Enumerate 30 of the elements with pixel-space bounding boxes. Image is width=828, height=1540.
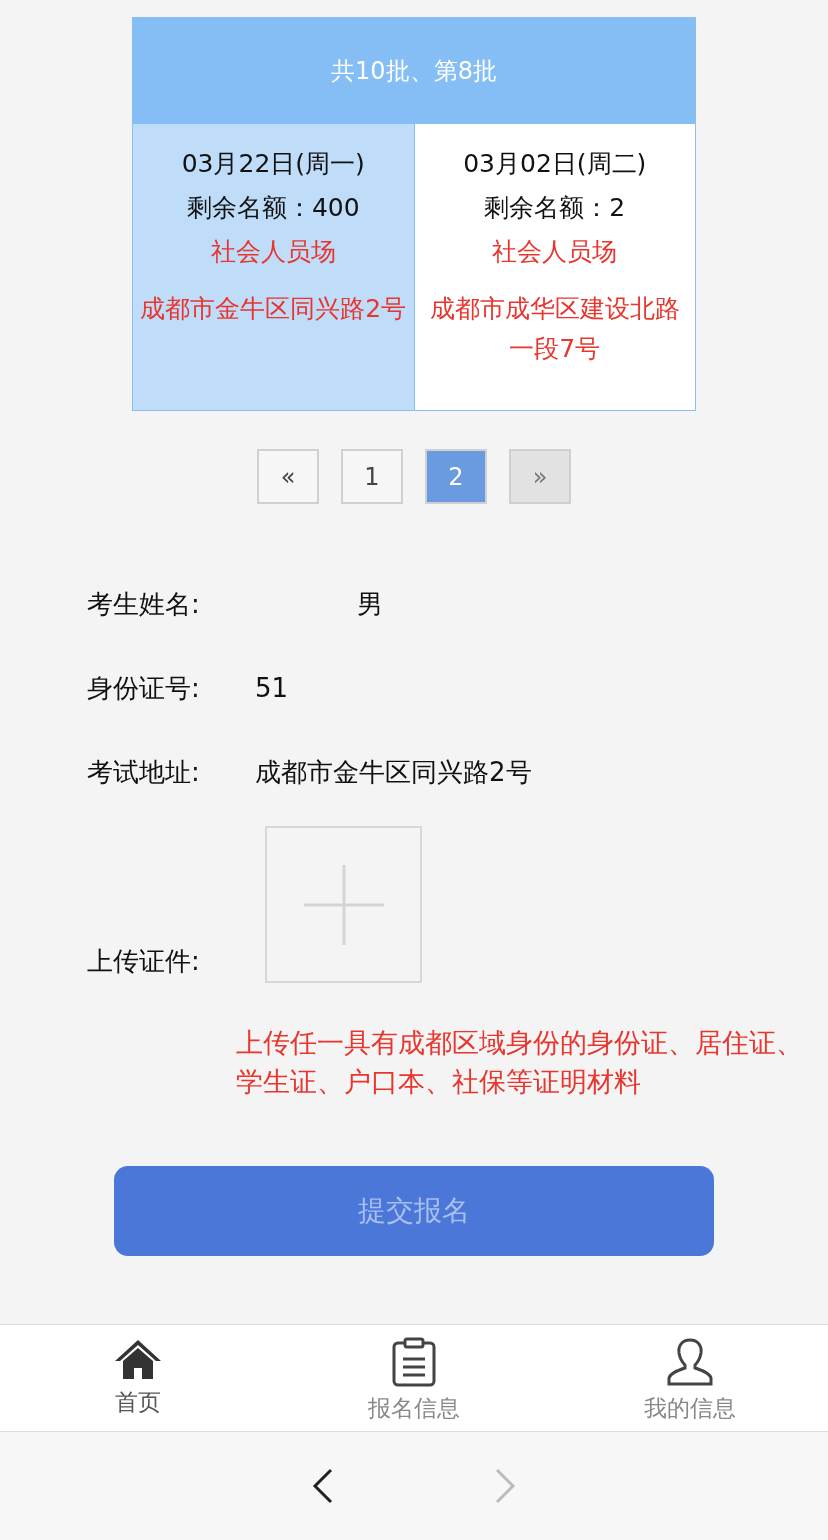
clipboard-icon [390,1337,438,1387]
prev-page-button[interactable]: « [257,449,319,504]
session-type: 社会人员场 [210,236,336,268]
upload-label: 上传证件: [87,945,201,978]
tab-item[interactable]: 我的信息 [552,1325,828,1431]
address-value: 成都市金牛区同兴路2号 [255,755,532,789]
plus-icon [302,863,385,946]
session-date: 03月02日(周二) [463,148,647,180]
tab-item[interactable]: 首页 [0,1325,276,1431]
session-quota: 剩余名额：400 [186,192,360,224]
session-date: 03月22日(周一) [181,148,365,180]
session-cell[interactable]: 03月02日(周二) 剩余名额：2 社会人员场 成都市成华区建设北路一段7号 [413,124,695,410]
address-label: 考试地址: [87,755,201,789]
session-address: 成都市金牛区同兴路2号 [140,293,407,325]
session-quota: 剩余名额：2 [484,192,626,224]
upload-button[interactable] [265,826,422,983]
session-type: 社会人员场 [492,236,618,268]
page-button[interactable]: 1 [341,449,403,504]
tab-item[interactable]: 报名信息 [276,1325,552,1431]
id-value: 51 [255,673,289,703]
user-icon [665,1337,715,1387]
name-label: 考生姓名: [87,587,201,621]
session-address: 成都市成华区建设北路一段7号 [428,293,681,365]
home-icon [113,1337,163,1381]
id-label: 身份证号: [87,671,201,705]
back-button[interactable] [312,1468,334,1504]
gender-value: 男 [357,587,383,621]
table-header: 共10批、第8批 [133,18,695,124]
session-cell[interactable]: 03月22日(周一) 剩余名额：400 社会人员场 成都市金牛区同兴路2号 [133,124,414,410]
upload-hint: 上传任一具有成都区域身份的身份证、居住证、学生证、户口本、社保等证明材料 [236,1026,804,1099]
